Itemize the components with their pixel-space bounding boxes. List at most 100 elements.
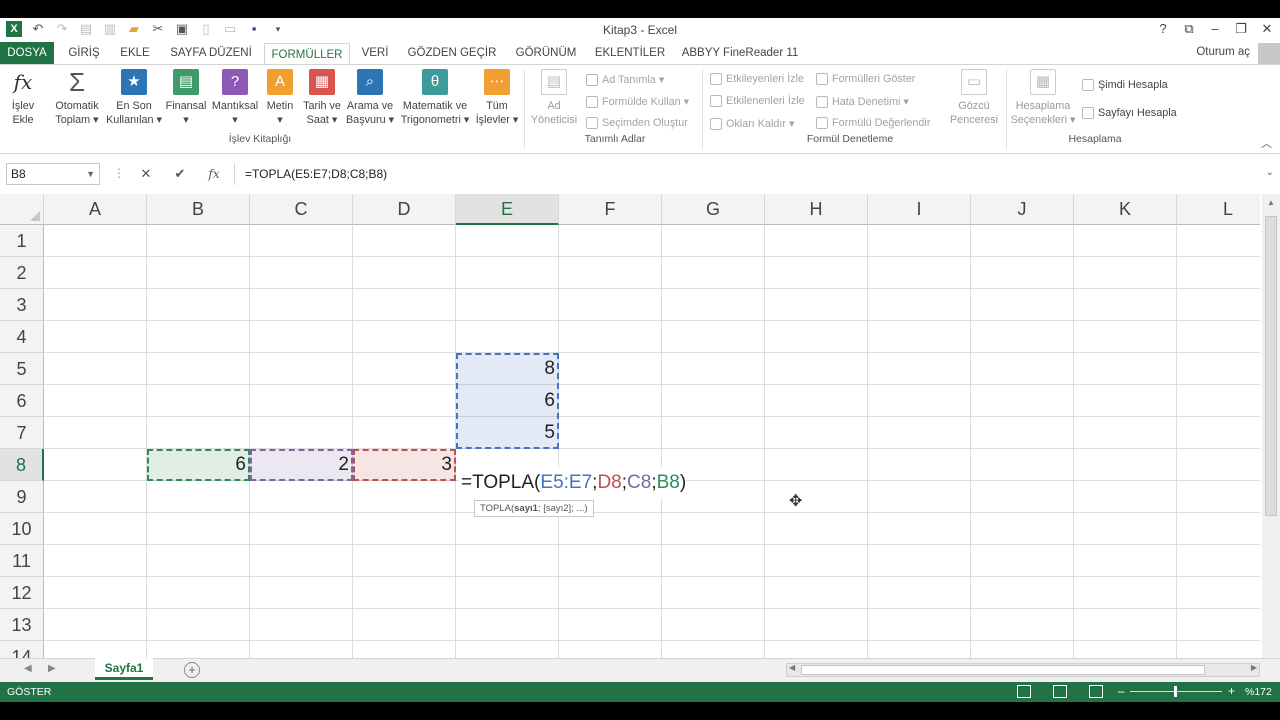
row-header-11[interactable]: 11 xyxy=(0,545,44,577)
more-functions-button[interactable]: ⋯ Tüm İşlevler ▾ xyxy=(474,69,520,127)
tab-page-layout[interactable]: SAYFA DÜZENİ xyxy=(162,42,260,64)
restore-button[interactable]: ❐ xyxy=(1228,18,1254,40)
minimize-button[interactable]: – xyxy=(1202,18,1228,40)
date-time-button[interactable]: ▦ Tarih ve Saat ▾ xyxy=(298,69,346,127)
scroll-left-icon[interactable]: ◀ xyxy=(789,663,795,672)
column-header-d[interactable]: D xyxy=(353,194,456,225)
zoom-out-button[interactable]: – xyxy=(1118,684,1125,698)
evaluate-formula-button[interactable]: Formülü Değerlendir xyxy=(816,117,930,129)
column-header-c[interactable]: C xyxy=(250,194,353,225)
column-header-b[interactable]: B xyxy=(147,194,250,225)
row-header-7[interactable]: 7 xyxy=(0,417,44,449)
vertical-scrollbar[interactable]: ▲ ▼ xyxy=(1262,194,1280,674)
create-from-selection-button[interactable]: Seçimden Oluştur xyxy=(586,117,688,129)
tab-abbyy[interactable]: ABBYY FineReader 11 xyxy=(678,42,802,64)
row-header-12[interactable]: 12 xyxy=(0,577,44,609)
help-button[interactable]: ? xyxy=(1150,18,1176,40)
show-formulas-button[interactable]: Formülleri Göster xyxy=(816,73,915,85)
row-header-4[interactable]: 4 xyxy=(0,321,44,353)
column-header-i[interactable]: I xyxy=(868,194,971,225)
normal-view-icon[interactable] xyxy=(1017,685,1031,698)
row-header-1[interactable]: 1 xyxy=(0,225,44,257)
lookup-reference-button[interactable]: ⌕ Arama ve Başvuru ▾ xyxy=(344,69,396,127)
text-functions-button[interactable]: A Metin ▾ xyxy=(262,69,298,127)
column-header-f[interactable]: F xyxy=(559,194,662,225)
formula-input[interactable]: =TOPLA(E5:E7;D8;C8;B8) xyxy=(234,163,1274,185)
scroll-up-icon[interactable]: ▲ xyxy=(1262,198,1280,207)
tab-insert[interactable]: EKLE xyxy=(112,42,158,64)
page-break-view-icon[interactable] xyxy=(1089,685,1103,698)
horizontal-scroll-thumb[interactable] xyxy=(801,665,1205,675)
worksheet-grid[interactable]: A B C D E F G H I J K L 1 2 3 4 5 6 7 8 9 10 11 12 13 14 8 6 5 6 2 3 =TO… xyxy=(0,194,1260,658)
row-header-10[interactable]: 10 xyxy=(0,513,44,545)
calculate-now-button[interactable]: Şimdi Hesapla xyxy=(1082,79,1168,91)
formula-bar-grip[interactable]: ⋮ xyxy=(113,166,125,180)
select-all-button[interactable] xyxy=(0,194,44,225)
cancel-entry-button[interactable]: ✕ xyxy=(134,164,158,184)
sheet-tab-sayfa1[interactable]: Sayfa1 xyxy=(95,658,153,680)
cell-e7[interactable]: 5 xyxy=(456,417,559,449)
logical-button[interactable]: ? Mantıksal ▾ xyxy=(208,69,262,127)
avatar[interactable] xyxy=(1258,43,1280,64)
row-header-14[interactable]: 14 xyxy=(0,641,44,658)
function-tooltip[interactable]: TOPLA(sayı1; [sayı2]; ...) xyxy=(474,500,594,517)
zoom-slider-handle[interactable] xyxy=(1174,686,1177,697)
cell-c8[interactable]: 2 xyxy=(250,449,353,481)
cell-b8[interactable]: 6 xyxy=(147,449,250,481)
zoom-level[interactable]: %172 xyxy=(1245,686,1272,698)
column-header-j[interactable]: J xyxy=(971,194,1074,225)
page-layout-view-icon[interactable] xyxy=(1053,685,1067,698)
tab-file[interactable]: DOSYA xyxy=(0,42,54,64)
chevron-down-icon[interactable]: ▼ xyxy=(86,164,95,184)
sign-in-link[interactable]: Oturum aç xyxy=(1196,46,1250,58)
remove-arrows-button[interactable]: Okları Kaldır ▾ xyxy=(710,117,794,130)
tab-formulas[interactable]: FORMÜLLER xyxy=(264,43,350,65)
tab-home[interactable]: GİRİŞ xyxy=(58,42,110,64)
row-header-6[interactable]: 6 xyxy=(0,385,44,417)
collapse-ribbon-icon[interactable]: ︿ xyxy=(1261,135,1272,151)
recently-used-button[interactable]: ★ En Son Kullanılan ▾ xyxy=(104,69,164,127)
calculation-options-button[interactable]: ▦ Hesaplama Seçenekleri ▾ xyxy=(1010,69,1076,127)
calculate-sheet-button[interactable]: Sayfayı Hesapla xyxy=(1082,107,1177,119)
column-header-h[interactable]: H xyxy=(765,194,868,225)
cell-d8[interactable]: 3 xyxy=(353,449,456,481)
use-in-formula-button[interactable]: Formülde Kullan ▾ xyxy=(586,95,689,108)
prev-sheet-icon[interactable]: ◀ xyxy=(24,663,32,674)
row-header-9[interactable]: 9 xyxy=(0,481,44,513)
insert-function-button[interactable]: fx İşlev Ekle xyxy=(6,69,40,127)
cell-e6[interactable]: 6 xyxy=(456,385,559,417)
column-header-a[interactable]: A xyxy=(44,194,147,225)
name-box[interactable]: B8 ▼ xyxy=(6,163,100,185)
column-header-l[interactable]: L xyxy=(1177,194,1260,225)
row-header-3[interactable]: 3 xyxy=(0,289,44,321)
ribbon-display-button[interactable]: ⧉ xyxy=(1176,18,1202,40)
horizontal-scrollbar[interactable]: ◀ ▶ xyxy=(786,663,1260,677)
math-trig-button[interactable]: θ Matematik ve Trigonometri ▾ xyxy=(396,69,474,127)
tab-view[interactable]: GÖRÜNÜM xyxy=(508,42,584,64)
autosum-button[interactable]: Σ Otomatik Toplam ▾ xyxy=(50,69,104,127)
name-manager-button[interactable]: ▤ Ad Yöneticisi xyxy=(528,69,580,127)
row-header-2[interactable]: 2 xyxy=(0,257,44,289)
enter-entry-button[interactable]: ✔ xyxy=(168,164,192,184)
tab-review[interactable]: GÖZDEN GEÇİR xyxy=(402,42,502,64)
tab-data[interactable]: VERİ xyxy=(354,42,396,64)
tab-addins[interactable]: EKLENTİLER xyxy=(590,42,670,64)
row-header-8[interactable]: 8 xyxy=(0,449,44,481)
trace-dependents-button[interactable]: Etkilenenleri İzle xyxy=(710,95,805,107)
cell-editor-e8[interactable]: =TOPLA(E5:E7;D8;C8;B8) xyxy=(459,467,687,499)
zoom-in-button[interactable]: + xyxy=(1228,684,1235,698)
row-header-5[interactable]: 5 xyxy=(0,353,44,385)
define-name-button[interactable]: Ad Tanımla ▾ xyxy=(586,73,664,86)
financial-button[interactable]: ▤ Finansal ▾ xyxy=(164,69,208,127)
row-header-13[interactable]: 13 xyxy=(0,609,44,641)
trace-precedents-button[interactable]: Etkileyenleri İzle xyxy=(710,73,804,85)
expand-formula-bar-icon[interactable]: ⌄ xyxy=(1266,167,1274,178)
insert-function-fx-button[interactable]: fx xyxy=(202,164,226,184)
error-checking-button[interactable]: Hata Denetimi ▾ xyxy=(816,95,909,108)
next-sheet-icon[interactable]: ▶ xyxy=(48,663,56,674)
add-sheet-button[interactable]: + xyxy=(184,662,200,678)
vertical-scroll-thumb[interactable] xyxy=(1265,216,1277,516)
column-header-g[interactable]: G xyxy=(662,194,765,225)
watch-window-button[interactable]: ▭ Gözcü Penceresi xyxy=(946,69,1002,127)
scroll-right-icon[interactable]: ▶ xyxy=(1251,663,1257,672)
